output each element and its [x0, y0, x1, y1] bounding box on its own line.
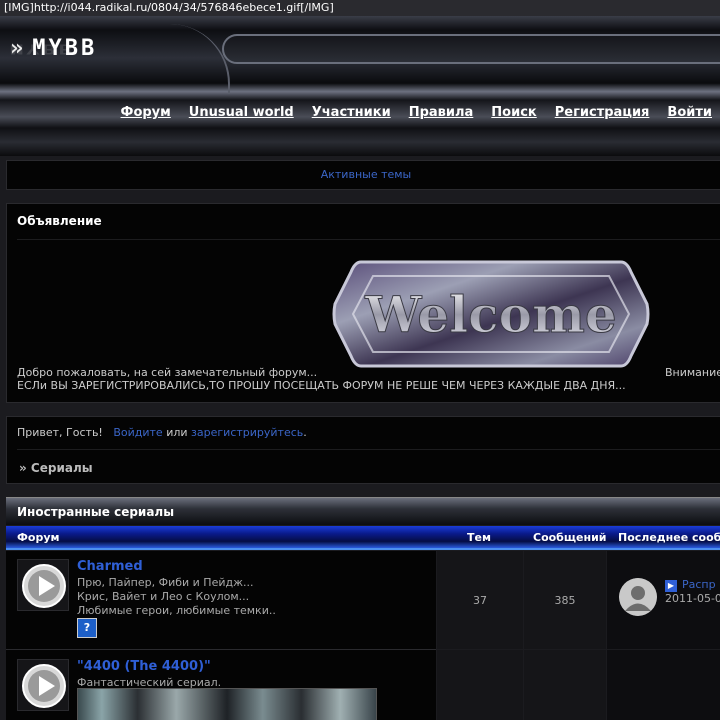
- welcome-banner-image: Welcome: [332, 260, 650, 368]
- nav-forum[interactable]: Форум: [121, 105, 171, 120]
- last-post-title: Распр: [682, 578, 716, 591]
- forum-row: "4400 (The 4400)" Фантастический сериал.: [6, 650, 720, 720]
- column-last-post: Последнее сооб: [618, 531, 720, 544]
- greeting-prefix: Привет, Гость!: [17, 426, 103, 439]
- column-forum: Форум: [17, 531, 60, 544]
- guest-greeting-panel: Привет, Гость! Войдите или зарегистрируй…: [6, 416, 720, 484]
- last-post-date: 2011-05-0: [665, 592, 720, 605]
- forum-desc-line: Прю, Пайпер, Фиби и Пейдж...: [77, 576, 254, 589]
- breadcrumb[interactable]: » Сериалы: [19, 461, 93, 475]
- forum-desc-line: Любимые герои, любимые темки..: [77, 604, 276, 617]
- welcome-banner-text: Welcome: [364, 285, 616, 344]
- topics-count: 37: [473, 594, 487, 607]
- nav-rules[interactable]: Правила: [409, 105, 474, 120]
- greeting-or: или: [166, 426, 188, 439]
- forum-thumbnail-image: [77, 688, 377, 720]
- announcement-panel: Объявление Welcome Добро пожаловать, на …: [6, 203, 720, 403]
- divider: [17, 239, 720, 240]
- last-post-link[interactable]: ▶ Распр: [665, 578, 716, 592]
- play-circle-icon: [17, 559, 69, 611]
- top-bbcode-text: [IMG]http://i044.radikal.ru/0804/34/5768…: [0, 0, 720, 16]
- announcement-title: Объявление: [17, 214, 102, 228]
- greeting-suffix: .: [303, 426, 307, 439]
- column-posts: Сообщений: [533, 531, 607, 544]
- announcement-text-right: Внимание: [665, 366, 720, 379]
- nav-login[interactable]: Войти: [667, 105, 712, 120]
- user-avatar-icon[interactable]: [619, 578, 657, 616]
- announcement-text-line2: ЕСЛи ВЫ ЗАРЕГИСТРИРОВАЛИСЬ,ТО ПРОШУ ПОСЕ…: [17, 379, 626, 392]
- arrow-right-icon: ▶: [665, 580, 677, 592]
- register-link[interactable]: зарегистрируйтесь: [191, 426, 303, 439]
- category-title[interactable]: Иностранные сериалы: [17, 505, 174, 519]
- category-header: Иностранные сериалы: [6, 497, 720, 525]
- forum-desc-line: Крис, Вайет и Лео с Коулом...: [77, 590, 250, 603]
- column-topics: Тем: [467, 531, 491, 544]
- divider: [17, 449, 720, 450]
- column-headers: Форум Тем Сообщений Последнее сооб: [6, 526, 720, 550]
- question-mark-icon[interactable]: ?: [77, 618, 97, 638]
- posts-count: 385: [554, 594, 576, 607]
- header-decoration: [150, 24, 230, 94]
- main-nav: Форум Unusual world Участники Правила По…: [121, 105, 712, 120]
- play-circle-icon: [17, 659, 69, 711]
- forum-header: » MYBB MYBB Форум Unusual world Участники…: [0, 16, 720, 156]
- nav-register[interactable]: Регистрация: [555, 105, 650, 120]
- logo-reflection: MYBB: [10, 41, 75, 56]
- forum-row: Charmed Прю, Пайпер, Фиби и Пейдж... Кри…: [6, 551, 720, 649]
- login-link[interactable]: Войдите: [113, 426, 162, 439]
- active-topics-link[interactable]: Активные темы: [321, 168, 412, 181]
- guest-greeting: Привет, Гость! Войдите или зарегистрируй…: [17, 426, 307, 439]
- forum-title-charmed[interactable]: Charmed: [77, 559, 143, 574]
- header-search-bar: [222, 34, 720, 64]
- nav-unusual-world[interactable]: Unusual world: [189, 105, 294, 120]
- announcement-text-line1: Добро пожаловать, на сей замечательный ф…: [17, 366, 318, 379]
- forum-title-4400[interactable]: "4400 (The 4400)": [77, 659, 211, 674]
- active-topics-panel: Активные темы: [6, 160, 720, 190]
- nav-members[interactable]: Участники: [312, 105, 391, 120]
- nav-search[interactable]: Поиск: [491, 105, 536, 120]
